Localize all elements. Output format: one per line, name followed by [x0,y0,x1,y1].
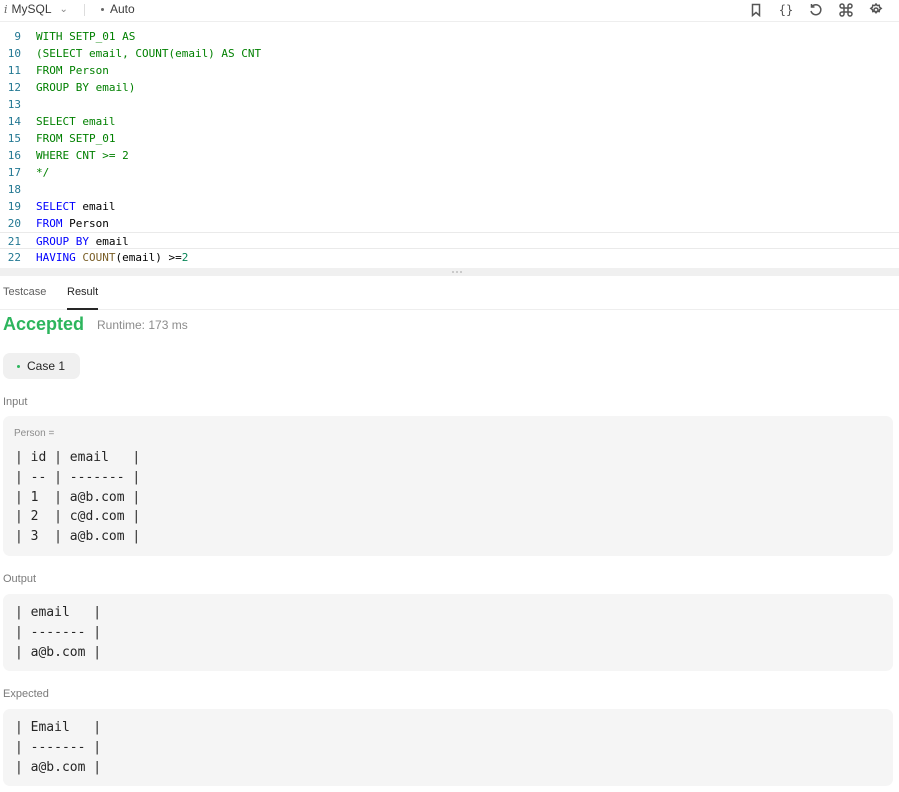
code-line[interactable]: 12 GROUP BY email) [0,79,899,96]
code-token: GROUP BY [36,235,89,248]
expected-table: | Email | | ------- | | a@b.com | [15,720,102,775]
output-table: | email | | ------- | | a@b.com | [15,605,102,660]
code-line[interactable]: 22 HAVING COUNT(email) >=2 [0,249,899,266]
code-token: (email) >= [115,251,182,264]
console-tabs: Testcase Result [0,276,899,310]
code-line[interactable]: 21 GROUP BY email [0,232,899,249]
line-number: 15 [7,132,21,145]
code-text: HAVING COUNT(email) >=2 [36,249,188,266]
code-text: FROM SETP_01 [36,130,115,147]
info-icon: i [4,2,8,16]
code-line[interactable]: 11 FROM Person [0,62,899,79]
code-line[interactable]: 13 [0,96,899,113]
code-text: */ [36,164,49,181]
code-editor[interactable]: 9 WITH SETP_01 AS 10 (SELECT email, COUNT(e… [0,28,899,268]
input-variable-label: Person = [14,428,55,439]
mode-dot-icon [101,7,104,11]
code-text: FROM Person [36,62,109,79]
tab-testcase[interactable]: Testcase [3,286,46,298]
code-token: WHERE CNT >= 2 [36,149,129,162]
line-number: 22 [7,251,21,264]
code-line[interactable]: 9 WITH SETP_01 AS [0,28,899,45]
code-token: FROM SETP_01 [36,132,116,145]
input-section-label: Input [3,396,28,408]
expected-section-label: Expected [3,688,49,700]
code-token: SELECT [36,200,76,213]
bookmark-icon[interactable] [747,1,765,19]
chevron-down-icon: ⌄ [59,3,68,15]
line-number: 12 [7,81,21,94]
active-tab-indicator [67,308,98,310]
language-label: MySQL [11,2,52,16]
language-selector[interactable]: i MySQL ⌄ [4,2,68,16]
case-1-button[interactable]: Case 1 [3,353,80,379]
line-number: 13 [7,98,21,111]
line-number: 16 [7,149,21,162]
code-token: (SELECT email, COUNT(email) AS CNT [36,47,262,60]
line-number: 17 [7,166,21,179]
code-token: SELECT email [36,115,116,128]
code-line[interactable]: 16 WHERE CNT >= 2 [0,147,899,164]
braces-icon[interactable]: {} [777,1,795,19]
case-status-dot-icon [17,364,20,368]
code-line[interactable]: 15 FROM SETP_01 [0,130,899,147]
mode-label: Auto [110,2,135,16]
expected-box: | Email | | ------- | | a@b.com | [3,709,893,786]
verdict-label: Accepted [3,314,85,334]
code-line[interactable]: 20 FROM Person [0,215,899,232]
code-token: WITH SETP_01 AS [36,30,136,43]
code-text: SELECT email [36,113,115,130]
code-token: HAVING [36,251,76,264]
code-token: email [88,235,129,248]
line-number: 14 [7,115,21,128]
code-text: WITH SETP_01 AS [36,28,135,45]
code-text: WHERE CNT >= 2 [36,147,129,164]
code-token: 2 [181,251,189,264]
command-icon[interactable] [837,1,855,19]
case-label: Case 1 [27,359,66,373]
line-number: 11 [7,64,21,77]
output-section-label: Output [3,573,37,585]
code-token: COUNT [82,251,116,264]
settings-icon[interactable] [867,1,885,19]
line-number: 18 [7,183,21,196]
toolbar-divider [84,4,85,16]
output-box: | email | | ------- | | a@b.com | [3,594,893,671]
code-line[interactable]: 18 [0,181,899,198]
tab-result[interactable]: Result [67,286,98,298]
code-token: GROUP BY email) [36,81,136,94]
panel-splitter[interactable] [0,268,899,276]
line-number: 20 [7,217,21,230]
editor-toolbar: i MySQL ⌄ Auto {} [0,0,899,22]
reset-icon[interactable] [807,1,825,19]
drag-handle-icon [452,271,462,273]
code-line[interactable]: 19 SELECT email [0,198,899,215]
code-text: FROM Person [36,215,109,232]
code-token: email [75,200,116,213]
code-token: */ [36,166,50,179]
line-number: 9 [14,30,21,43]
code-line[interactable]: 17 */ [0,164,899,181]
input-box: Person = | id | email | | -- | ------- |… [3,416,893,556]
runtime-label: Runtime: 173 ms [97,318,188,332]
code-token: FROM Person [36,64,109,77]
code-line[interactable]: 10 (SELECT email, COUNT(email) AS CNT [0,45,899,62]
line-number: 19 [7,200,21,213]
code-line[interactable]: 14 SELECT email [0,113,899,130]
code-text: (SELECT email, COUNT(email) AS CNT [36,45,261,62]
line-number: 21 [7,235,21,248]
code-text: GROUP BY email) [36,79,135,96]
input-table: | id | email | | -- | ------- | | 1 | a@… [15,450,141,545]
mode-indicator[interactable]: Auto [101,2,135,16]
code-text: SELECT email [36,198,116,215]
code-text: GROUP BY email [36,233,129,250]
code-token: FROM [36,217,63,230]
code-token: Person [62,217,109,230]
line-number: 10 [7,47,21,60]
